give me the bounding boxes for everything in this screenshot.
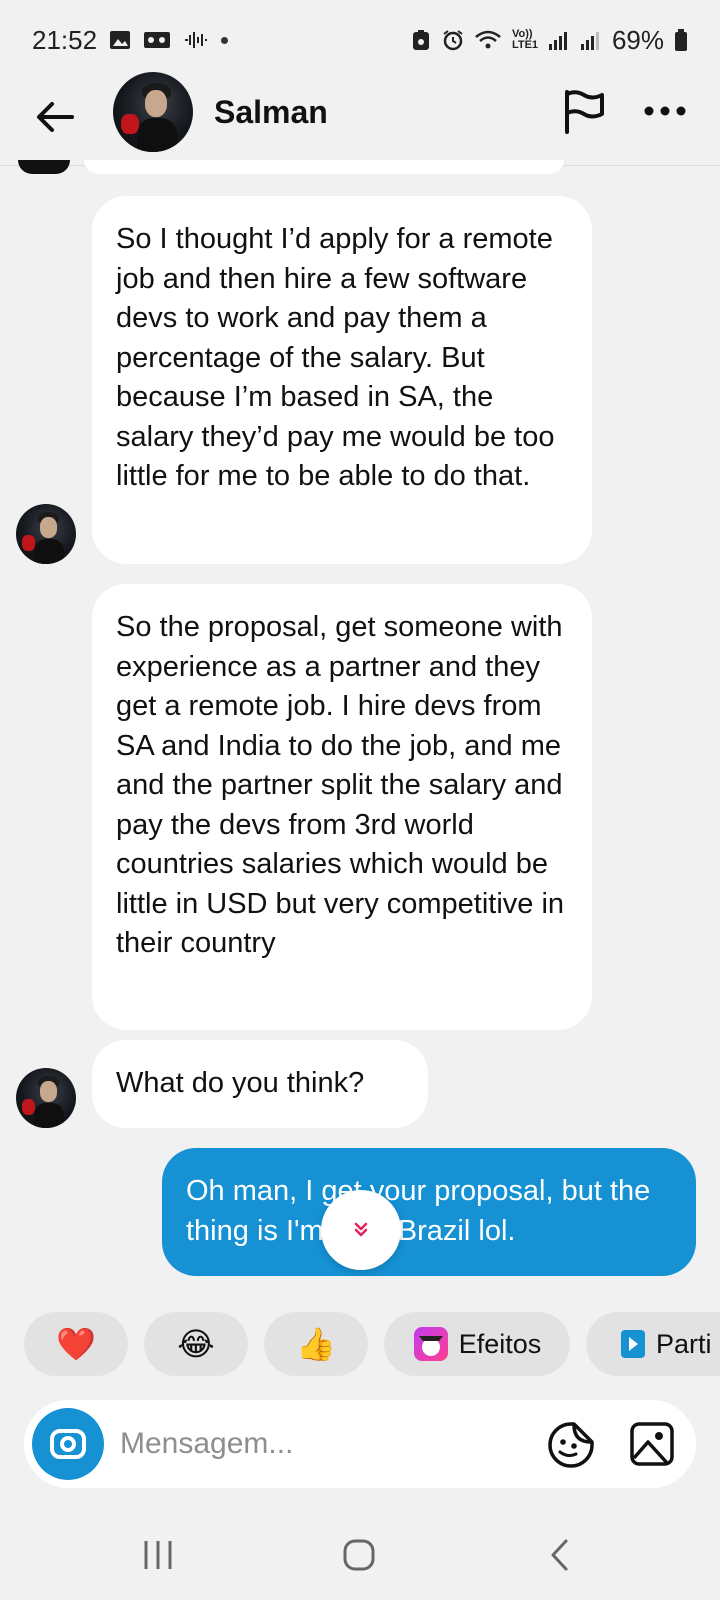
effects-icon bbox=[413, 1327, 448, 1361]
message-composer bbox=[24, 1400, 696, 1488]
back-icon[interactable] bbox=[548, 1538, 572, 1572]
sent-message-bubble[interactable]: Oh man, I get your proposal, but the thi… bbox=[162, 1148, 696, 1276]
voicemail-notification-icon bbox=[144, 32, 171, 48]
chat-header: Salman bbox=[0, 72, 720, 166]
sender-avatar[interactable] bbox=[16, 1068, 76, 1128]
play-icon bbox=[621, 1330, 645, 1358]
report-flag-icon[interactable] bbox=[562, 88, 606, 136]
quick-reaction-laugh[interactable]: 😂 bbox=[144, 1312, 248, 1376]
partial-previous-bubble bbox=[84, 160, 564, 174]
audio-wave-icon bbox=[185, 32, 208, 48]
laugh-emoji: 😂 bbox=[177, 1325, 215, 1363]
signal-icon bbox=[548, 32, 567, 50]
double-chevron-down-icon bbox=[354, 1222, 368, 1237]
battery-icon bbox=[675, 29, 687, 51]
message-text: So the proposal, get someone with experi… bbox=[116, 611, 565, 959]
camera-button[interactable] bbox=[32, 1408, 104, 1480]
status-time: 21:52 bbox=[32, 24, 98, 55]
camera-icon bbox=[50, 1429, 86, 1459]
gallery-icon[interactable] bbox=[628, 1420, 676, 1468]
message-input[interactable] bbox=[120, 1420, 500, 1468]
received-message-bubble[interactable]: So I thought I’d apply for a remote job … bbox=[92, 196, 592, 564]
message-text: So I thought I’d apply for a remote job … bbox=[116, 223, 555, 492]
partial-chip-label: Parti bbox=[656, 1328, 712, 1359]
alarm-icon bbox=[443, 30, 463, 51]
recent-apps-icon[interactable] bbox=[142, 1538, 174, 1572]
effects-button[interactable]: Efeitos bbox=[384, 1312, 570, 1376]
system-navigation-bar bbox=[0, 1520, 720, 1600]
scroll-to-bottom-button[interactable] bbox=[321, 1190, 401, 1270]
received-message-bubble[interactable]: What do you think? bbox=[92, 1040, 428, 1128]
back-arrow-icon[interactable] bbox=[32, 94, 78, 140]
battery-percent: 69% bbox=[611, 24, 664, 55]
battery-saver-icon bbox=[412, 30, 429, 50]
thumbs-up-emoji: 👍 bbox=[296, 1325, 336, 1363]
status-bar: 21:52 Vo)) LTE1 69% bbox=[0, 0, 720, 80]
sticker-icon[interactable] bbox=[546, 1420, 596, 1470]
partial-previous-avatar bbox=[18, 160, 70, 174]
volte-label: Vo)) LTE1 bbox=[511, 28, 539, 51]
effects-label: Efeitos bbox=[458, 1328, 542, 1359]
message-text: Oh man, I get your proposal, but the thi… bbox=[186, 1175, 651, 1247]
partial-chip-button[interactable]: Parti bbox=[586, 1312, 720, 1376]
gallery-notification-icon bbox=[110, 31, 131, 49]
wifi-icon bbox=[475, 30, 501, 49]
contact-name[interactable]: Salman bbox=[214, 94, 328, 131]
more-options-icon[interactable] bbox=[642, 96, 688, 126]
sender-avatar[interactable] bbox=[16, 504, 76, 564]
notification-dot bbox=[221, 36, 229, 44]
received-message-bubble[interactable]: So the proposal, get someone with experi… bbox=[92, 584, 592, 1030]
quick-reaction-thumbs-up[interactable]: 👍 bbox=[264, 1312, 368, 1376]
signal-2-icon bbox=[580, 32, 599, 50]
contact-avatar[interactable] bbox=[113, 72, 193, 152]
quick-reaction-heart[interactable]: ❤️ bbox=[24, 1312, 128, 1376]
home-icon[interactable] bbox=[342, 1538, 376, 1572]
heart-emoji: ❤️ bbox=[56, 1325, 96, 1363]
message-text: What do you think? bbox=[116, 1067, 365, 1099]
